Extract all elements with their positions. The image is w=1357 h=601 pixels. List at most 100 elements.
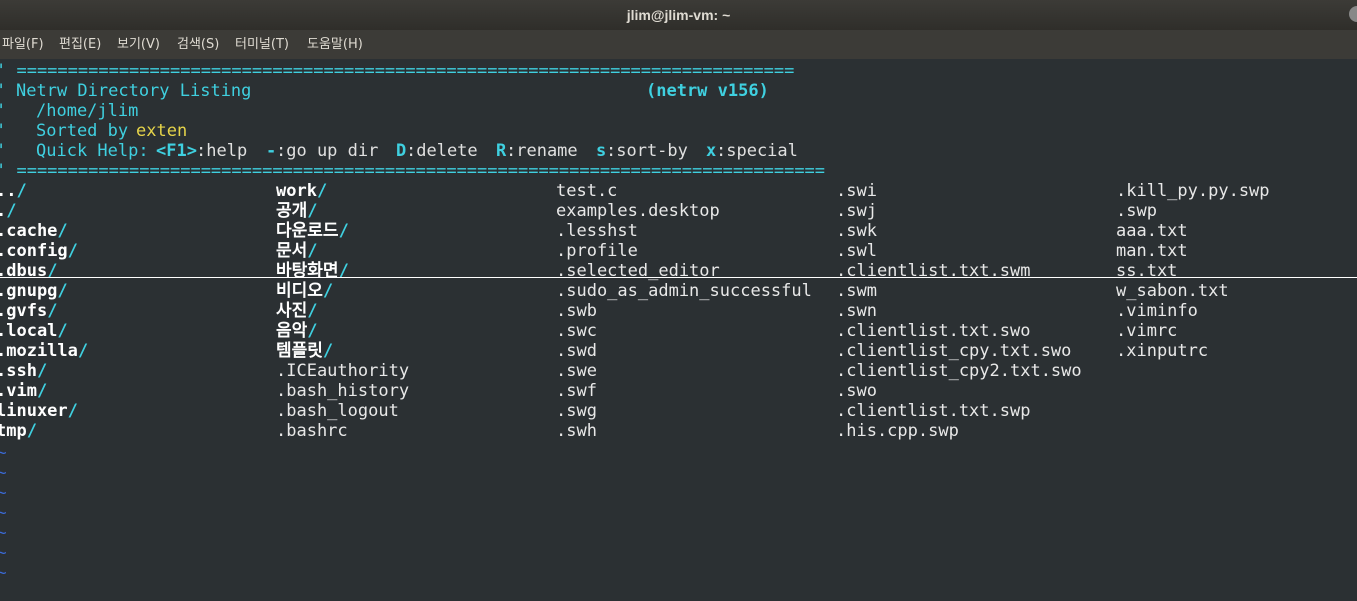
window-title: jlim@jlim-vm: ~ [626,7,731,23]
file-entry[interactable]: .swk [836,221,877,241]
file-entry[interactable]: .bash_logout [276,401,399,421]
directory-entry[interactable]: tmp/ [0,421,37,441]
file-entry[interactable]: .clientlist_cpy2.txt.swo [836,361,1082,381]
file-entry[interactable]: .swe [556,361,597,381]
current-path: /home/jlim [36,101,139,121]
file-entry[interactable]: .ICEauthority [276,361,409,381]
tilde-marker: ~ [0,503,7,522]
file-entry[interactable]: w_sabon.txt [1116,281,1229,301]
quote-mark: ' [0,121,6,141]
file-entry[interactable]: .kill_py.py.swp [1116,181,1270,201]
file-entry[interactable]: .swp [1116,201,1157,221]
directory-entry[interactable]: .ssh/ [0,361,47,381]
tilde-marker: ~ [0,443,7,462]
tilde-marker: ~ [0,463,7,482]
header-path-line: ' /home/jlim [0,101,138,121]
file-entry[interactable]: aaa.txt [1116,221,1188,241]
quote-mark: ' [0,141,6,161]
help-desc-sort: :sort-by [606,141,688,161]
menu-help[interactable]: 도움말(H) [307,30,363,60]
directory-entry[interactable]: .dbus/ [0,261,57,281]
directory-entry[interactable]: work/ [276,181,327,201]
menu-view[interactable]: 보기(V) [117,30,160,60]
file-entry[interactable]: .swd [556,341,597,361]
window-control-icon[interactable] [1349,6,1357,22]
menu-file[interactable]: 파일(F) [2,30,44,60]
directory-entry[interactable]: .mozilla/ [0,341,88,361]
header-quick-help-line: ' Quick Help: <F1> :help - :go up dir D … [0,141,798,161]
file-entry[interactable]: .swi [836,181,877,201]
help-desc-up: :go up dir [276,141,379,161]
tilde-marker: ~ [0,483,7,502]
directory-entry[interactable]: 문서/ [276,241,318,261]
file-entry[interactable]: .lesshst [556,221,638,241]
netrw-version: (netrw v156) [646,81,769,101]
file-entry[interactable]: .xinputrc [1116,341,1208,361]
sorted-by-value: exten [136,121,188,141]
sorted-by-label: Sorted by [36,121,129,141]
terminal-area[interactable]: ' ======================================… [0,59,1357,601]
file-entry[interactable]: .clientlist_cpy.txt.swo [836,341,1071,361]
directory-entry[interactable]: linuxer/ [0,401,78,421]
file-entry[interactable]: .swn [836,301,877,321]
directory-entry[interactable]: ./ [0,201,17,221]
menu-terminal[interactable]: 터미널(T) [235,30,289,60]
help-desc-f1: :help [196,141,248,161]
file-entry[interactable]: man.txt [1116,241,1188,261]
directory-entry[interactable]: .gnupg/ [0,281,68,301]
directory-entry[interactable]: 비디오/ [276,281,333,301]
file-entry[interactable]: .selected_editor [556,261,720,281]
menu-search[interactable]: 검색(S) [177,30,219,60]
directory-entry[interactable]: 사진/ [276,301,318,321]
file-entry[interactable]: .bash_history [276,381,409,401]
file-entry[interactable]: .swg [556,401,597,421]
directory-entry[interactable]: 템플릿/ [276,341,333,361]
file-entry[interactable]: .swf [556,381,597,401]
tilde-marker: ~ [0,543,7,562]
file-entry[interactable]: .profile [556,241,638,261]
menu-bar: 파일(F) 편집(E) 보기(V) 검색(S) 터미널(T) 도움말(H) [0,30,1357,59]
file-entry[interactable]: ss.txt [1116,261,1177,281]
tilde-marker: ~ [0,563,7,582]
header-title-line: ' Netrw Directory Listing (netrw v156) [0,81,769,101]
header-separator-top: ' ======================================… [0,61,795,81]
help-desc-delete: :delete [406,141,478,161]
directory-entry[interactable]: 바탕화면/ [276,261,349,281]
directory-entry[interactable]: 음악/ [276,321,318,341]
file-entry[interactable]: examples.desktop [556,201,720,221]
help-desc-rename: :rename [506,141,578,161]
file-entry[interactable]: .swc [556,321,597,341]
file-entry[interactable]: .viminfo [1116,301,1198,321]
help-key-delete: D [396,141,407,161]
help-key-sort: s [596,141,607,161]
file-entry[interactable]: .his.cpp.swp [836,421,959,441]
title-bar: jlim@jlim-vm: ~ [0,0,1357,30]
file-entry[interactable]: .sudo_as_admin_successful [556,281,812,301]
help-key-rename: R [496,141,507,161]
file-entry[interactable]: .clientlist.txt.swp [836,401,1030,421]
directory-entry[interactable]: .cache/ [0,221,68,241]
tilde-marker: ~ [0,523,7,542]
file-entry[interactable]: test.c [556,181,617,201]
file-entry[interactable]: .clientlist.txt.swo [836,321,1030,341]
directory-entry[interactable]: 공개/ [276,201,318,221]
help-key-special: x [706,141,717,161]
directory-entry[interactable]: 다운로드/ [276,221,349,241]
header-sort-line: ' Sorted by exten [0,121,187,141]
file-entry[interactable]: .swb [556,301,597,321]
file-entry[interactable]: .swo [836,381,877,401]
directory-entry[interactable]: .config/ [0,241,78,261]
directory-entry[interactable]: .vim/ [0,381,47,401]
file-entry[interactable]: .bashrc [276,421,348,441]
file-entry[interactable]: .swm [836,281,877,301]
file-entry[interactable]: .swj [836,201,877,221]
directory-entry[interactable]: ../ [0,181,27,201]
file-entry[interactable]: .vimrc [1116,321,1177,341]
directory-entry[interactable]: .local/ [0,321,68,341]
file-entry[interactable]: .swl [836,241,877,261]
file-entry[interactable]: .swh [556,421,597,441]
header-separator-bottom: ' ======================================… [0,161,826,181]
directory-entry[interactable]: .gvfs/ [0,301,57,321]
file-entry[interactable]: .clientlist.txt.swm [836,261,1030,281]
menu-edit[interactable]: 편집(E) [59,30,101,60]
